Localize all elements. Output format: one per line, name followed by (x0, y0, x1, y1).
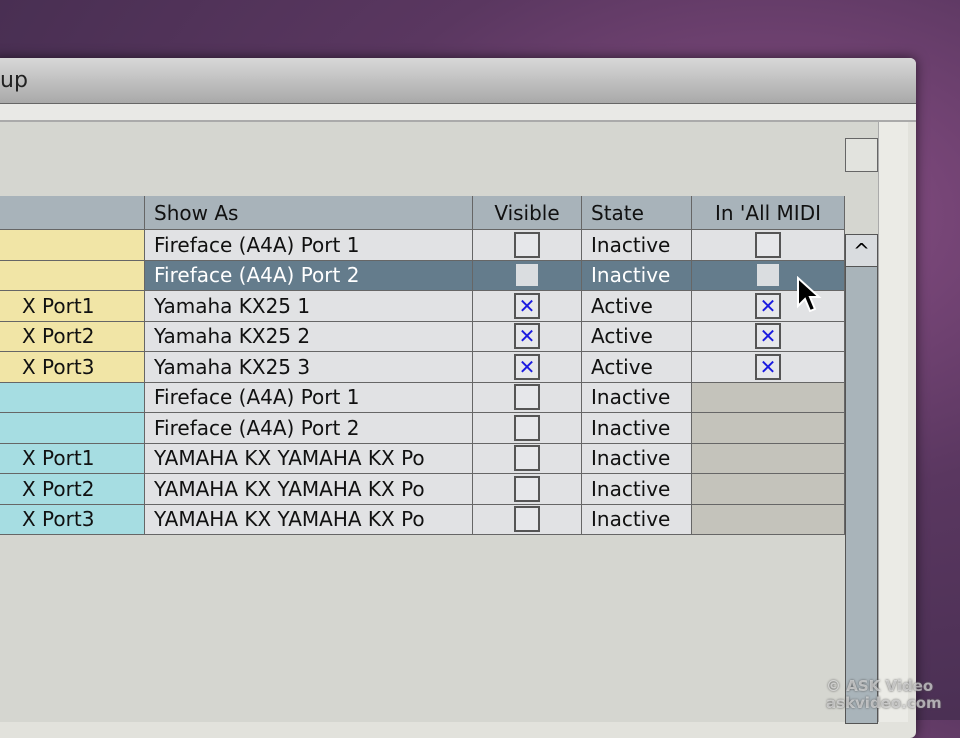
show-as-cell[interactable]: Fireface (A4A) Port 1 (145, 230, 473, 261)
state-cell: Inactive (582, 504, 692, 535)
in-all-midi-cell (692, 230, 845, 261)
in-all-midi-cell (692, 260, 845, 291)
port-name-cell: X Port2 (0, 474, 145, 505)
visible-cell: ✕ (473, 291, 582, 322)
state-cell: Inactive (582, 260, 692, 291)
show-as-cell[interactable]: Yamaha KX25 2 (145, 321, 473, 352)
visible-checkbox[interactable] (514, 262, 540, 289)
visible-cell: ✕ (473, 321, 582, 352)
state-cell: Active (582, 321, 692, 352)
state-cell: Inactive (582, 382, 692, 413)
port-name-cell (0, 413, 145, 444)
visible-checkbox[interactable] (514, 475, 540, 502)
show-as-cell[interactable]: Yamaha KX25 3 (145, 352, 473, 383)
table-row[interactable]: X Port1 Yamaha KX25 1 ✕ Active ✕ (0, 291, 845, 322)
show-as-cell[interactable]: YAMAHA KX YAMAHA KX Po (145, 504, 473, 535)
chevron-up-icon: ^ (853, 238, 870, 263)
visible-checkbox[interactable]: ✕ (514, 292, 540, 319)
table-row[interactable]: Fireface (A4A) Port 2 Inactive (0, 413, 845, 444)
port-name-cell (0, 260, 145, 291)
visible-cell: ✕ (473, 352, 582, 383)
in-all-midi-checkbox[interactable] (755, 231, 781, 258)
in-all-midi-cell: ✕ (692, 291, 845, 322)
visible-cell (473, 230, 582, 261)
visible-cell (473, 413, 582, 444)
column-header-in-all-midi[interactable]: In 'All MIDI (692, 196, 845, 230)
visible-checkbox[interactable] (514, 231, 540, 258)
port-name: X Port3 (22, 354, 95, 379)
visible-checkbox[interactable] (514, 445, 540, 472)
visible-checkbox[interactable] (514, 506, 540, 533)
visible-cell (473, 474, 582, 505)
show-as-cell[interactable]: Fireface (A4A) Port 2 (145, 413, 473, 444)
table-row[interactable]: Fireface (A4A) Port 1 Inactive (0, 230, 845, 261)
visible-cell (473, 504, 582, 535)
state-cell: Inactive (582, 474, 692, 505)
visible-checkbox[interactable]: ✕ (514, 323, 540, 350)
visible-checkbox[interactable]: ✕ (514, 353, 540, 380)
mouse-cursor-icon (797, 276, 822, 313)
state-cell: Inactive (582, 443, 692, 474)
watermark-line1: © ASK Video (826, 677, 934, 695)
column-header-show-as[interactable]: Show As (145, 196, 473, 230)
table-row[interactable]: X Port1 YAMAHA KX YAMAHA KX Po Inactive (0, 443, 845, 474)
port-name-cell: X Port3 (0, 352, 145, 383)
state-cell: Inactive (582, 413, 692, 444)
watermark: © ASK Video askvideo.com (826, 678, 942, 712)
visible-cell (473, 260, 582, 291)
in-all-midi-checkbox[interactable]: ✕ (755, 292, 781, 319)
port-name-cell: X Port1 (0, 443, 145, 474)
table-row[interactable]: Fireface (A4A) Port 1 Inactive (0, 382, 845, 413)
port-name-cell: X Port3 (0, 504, 145, 535)
table-row[interactable]: Fireface (A4A) Port 2 Inactive (0, 260, 845, 291)
state-cell: Active (582, 291, 692, 322)
port-name-cell: X Port1 (0, 291, 145, 322)
table-corner (845, 138, 878, 172)
port-name: X Port1 (22, 293, 95, 318)
show-as-cell[interactable]: YAMAHA KX YAMAHA KX Po (145, 443, 473, 474)
in-all-midi-cell: ✕ (692, 352, 845, 383)
scroll-up-button[interactable]: ^ (846, 235, 877, 267)
visible-checkbox[interactable] (514, 414, 540, 441)
state-cell: Active (582, 352, 692, 383)
visible-checkbox[interactable] (514, 384, 540, 411)
column-header-state[interactable]: State (582, 196, 692, 230)
show-as-cell[interactable]: Yamaha KX25 1 (145, 291, 473, 322)
show-as-cell[interactable]: Fireface (A4A) Port 2 (145, 260, 473, 291)
table-row[interactable]: X Port3 Yamaha KX25 3 ✕ Active ✕ (0, 352, 845, 383)
table-row[interactable]: X Port2 Yamaha KX25 2 ✕ Active ✕ (0, 321, 845, 352)
in-all-midi-cell (692, 504, 845, 535)
state-cell: Inactive (582, 230, 692, 261)
port-name-cell (0, 382, 145, 413)
toolbar-strip (0, 104, 916, 122)
port-name: X Port2 (22, 476, 95, 501)
in-all-midi-cell: ✕ (692, 321, 845, 352)
port-name-cell (0, 230, 145, 261)
column-header-visible[interactable]: Visible (473, 196, 582, 230)
table-row[interactable]: X Port3 YAMAHA KX YAMAHA KX Po Inactive (0, 504, 845, 535)
in-all-midi-checkbox[interactable] (755, 262, 781, 289)
port-name: X Port1 (22, 446, 95, 471)
vertical-scrollbar[interactable]: ^ (845, 234, 878, 724)
port-name: X Port2 (22, 324, 95, 349)
in-all-midi-cell (692, 382, 845, 413)
in-all-midi-cell (692, 413, 845, 444)
port-name-cell: X Port2 (0, 321, 145, 352)
in-all-midi-checkbox[interactable]: ✕ (755, 323, 781, 350)
in-all-midi-checkbox[interactable]: ✕ (755, 353, 781, 380)
port-name: X Port3 (22, 507, 95, 532)
table-header-row: Show As Visible State In 'All MIDI (0, 196, 845, 230)
show-as-cell[interactable]: Fireface (A4A) Port 1 (145, 382, 473, 413)
window-right-edge (878, 122, 908, 722)
in-all-midi-cell (692, 474, 845, 505)
show-as-cell[interactable]: YAMAHA KX YAMAHA KX Po (145, 474, 473, 505)
table-row[interactable]: X Port2 YAMAHA KX YAMAHA KX Po Inactive (0, 474, 845, 505)
visible-cell (473, 443, 582, 474)
watermark-line2: askvideo.com (826, 694, 942, 712)
column-header-port[interactable] (0, 196, 145, 230)
window-title: up (0, 58, 916, 104)
in-all-midi-cell (692, 443, 845, 474)
visible-cell (473, 382, 582, 413)
